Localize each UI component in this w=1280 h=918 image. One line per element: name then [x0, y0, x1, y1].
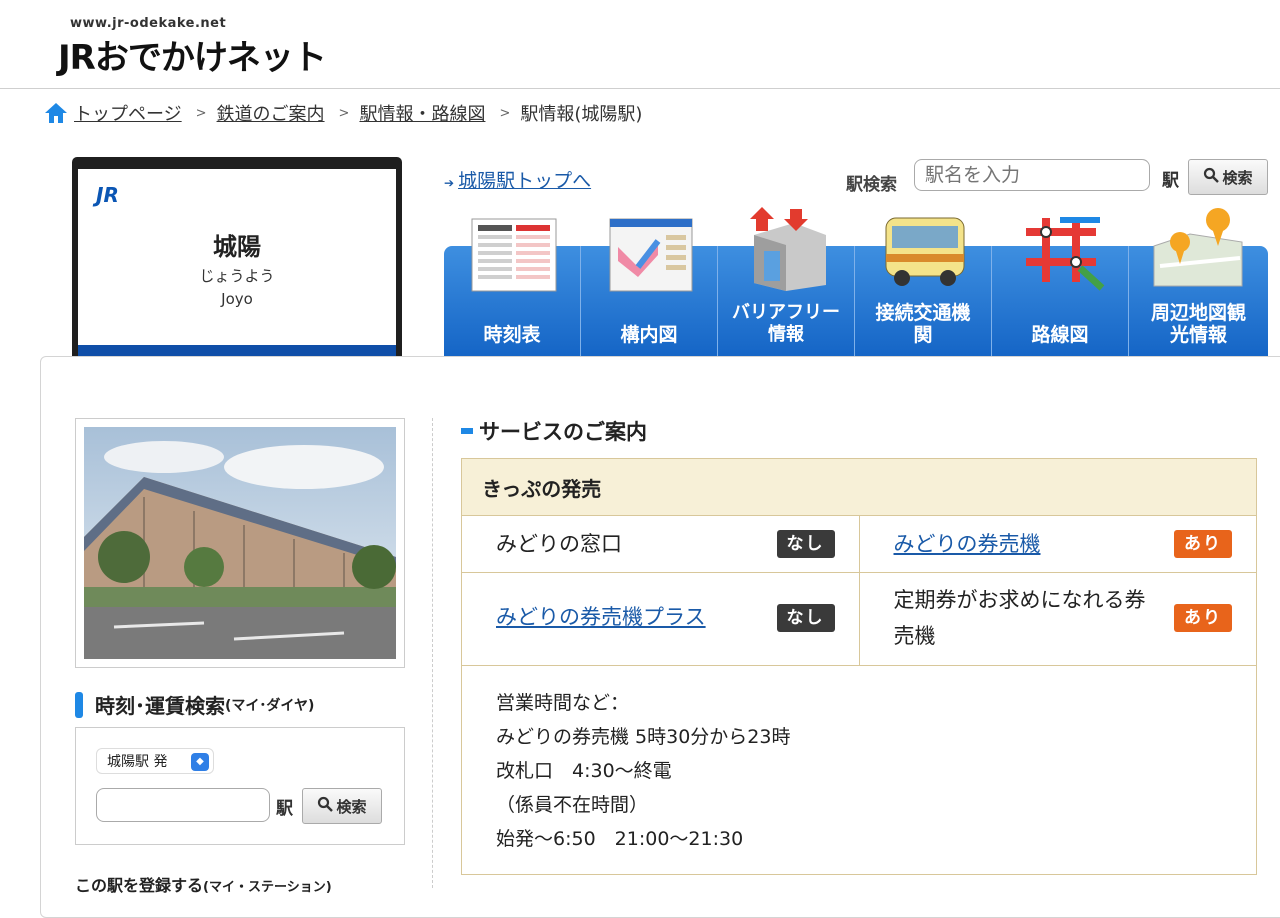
note-line: 営業時間など： [496, 692, 630, 714]
station-photo-frame [75, 418, 405, 668]
search-icon [317, 796, 334, 816]
tab-label: 路線図 [1031, 324, 1089, 346]
from-station-select[interactable]: 城陽駅 発 ◆ [96, 748, 214, 774]
service-cell: みどりの券売機プラス なし [462, 573, 860, 665]
station-search-button[interactable]: 検索 [1188, 159, 1268, 195]
barrier-free-icon [746, 205, 832, 295]
register-station-text: この駅を登録する [75, 876, 204, 895]
breadcrumb-current: 駅情報(城陽駅) [520, 104, 643, 125]
note-line: みどりの券売機 5時30分から23時 [496, 726, 791, 748]
station-map-icon [608, 217, 694, 297]
tab-label: 構内図 [620, 324, 678, 346]
search-icon [1203, 167, 1220, 187]
register-station-sub: (マイ・ステーション) [203, 880, 332, 895]
station-sign: JR 城陽 じょうよう Joyo [72, 157, 402, 383]
home-icon[interactable] [44, 102, 68, 124]
fare-search-title: 時刻･運賃検索 (マイ･ダイヤ) [75, 690, 314, 719]
station-roman: Joyo [221, 290, 253, 308]
title-marker [461, 428, 473, 434]
tab-label: 時刻表 [483, 324, 541, 346]
service-link[interactable]: みどりの券売機 [894, 526, 1041, 562]
register-station-link[interactable]: この駅を登録する(マイ・ステーション) [75, 872, 332, 896]
title-marker [75, 691, 83, 718]
station-name: 城陽 [213, 233, 261, 261]
breadcrumb-separator: > [195, 105, 207, 121]
breadcrumb-separator: > [338, 105, 350, 121]
breadcrumb: トップページ > 鉄道のご案内 > 駅情報・路線図 > 駅情報(城陽駅) [44, 100, 642, 126]
tab-label: 周辺地図観光情報 [1150, 302, 1246, 346]
jr-logo: JR [96, 183, 119, 207]
service-notes: 営業時間など： みどりの券売機 5時30分から23時 改札口 4:30〜終電 （… [462, 666, 1256, 874]
fare-search-box: 城陽駅 発 ◆ 駅 検索 [75, 727, 405, 845]
fare-search-button[interactable]: 検索 [302, 788, 382, 824]
area-map-icon [1150, 206, 1246, 296]
service-cell: 定期券がお求めになれる券売機 あり [860, 573, 1257, 665]
column-divider [432, 418, 433, 888]
chevron-updown-icon: ◆ [191, 753, 209, 771]
note-line: 始発〜6:50 21:00〜21:30 [496, 828, 744, 850]
table-row: みどりの窓口 なし みどりの券売機 あり [462, 516, 1256, 573]
service-label: みどりの窓口 [496, 532, 622, 556]
station-top-link[interactable]: ➔ 城陽駅トップへ [444, 166, 591, 193]
site-logo[interactable]: JRおでかけネット [58, 30, 327, 79]
search-button-label: 検索 [336, 797, 367, 816]
station-photo [84, 427, 396, 659]
tab-label: 接続交通機関 [875, 302, 971, 346]
station-search-label: 駅検索 [846, 175, 897, 195]
route-map-icon [1016, 212, 1106, 296]
to-station-input[interactable] [96, 788, 270, 822]
status-badge: なし [776, 604, 835, 632]
status-badge: なし [776, 530, 835, 558]
service-label: 定期券がお求めになれる券売機 [893, 588, 1146, 648]
status-badge: あり [1174, 530, 1232, 558]
fare-search-title-text: 時刻･運賃検索 [95, 694, 225, 718]
service-link[interactable]: みどりの券売機プラス [496, 599, 706, 635]
breadcrumb-station-info[interactable]: 駅情報・路線図 [359, 100, 485, 126]
from-station-value: 城陽駅 発 [107, 754, 168, 770]
site-header: www.jr-odekake.net JRおでかけネット [0, 0, 1280, 89]
station-search-input[interactable] [914, 159, 1150, 191]
tab-label: バリアフリー情報 [732, 302, 840, 345]
logo-url: www.jr-odekake.net [70, 16, 227, 31]
fare-search-subtitle: (マイ･ダイヤ) [225, 697, 315, 714]
bus-icon [880, 210, 970, 294]
services-title: サービスのご案内 [461, 416, 647, 446]
breadcrumb-railway[interactable]: 鉄道のご案内 [217, 100, 325, 126]
services-title-text: サービスのご案内 [479, 420, 647, 444]
station-kana: じょうよう [199, 267, 275, 285]
ticket-sales-header: きっぷの発売 [462, 459, 1256, 516]
status-badge: あり [1174, 604, 1232, 632]
timetable-icon [470, 217, 558, 297]
station-search-suffix: 駅 [1162, 171, 1179, 191]
ticket-sales-table: きっぷの発売 みどりの窓口 なし みどりの券売機 あり みどりの券売機プラス な… [461, 458, 1257, 875]
breadcrumb-top[interactable]: トップページ [74, 100, 182, 126]
arrow-icon: ➔ [444, 176, 455, 190]
service-cell: みどりの券売機 あり [860, 516, 1257, 572]
station-top-link-text[interactable]: 城陽駅トップへ [458, 170, 591, 192]
table-row: みどりの券売機プラス なし 定期券がお求めになれる券売機 あり [462, 573, 1256, 666]
service-cell: みどりの窓口 なし [462, 516, 860, 572]
to-station-suffix: 駅 [276, 799, 293, 819]
search-button-label: 検索 [1222, 168, 1253, 187]
breadcrumb-separator: > [499, 105, 511, 121]
note-line: 改札口 4:30〜終電 [496, 760, 672, 782]
note-line: （係員不在時間） [496, 794, 649, 816]
station-nav: 時刻表 構内図 バリアフリー情報 接続交通機関 路線図 周辺地図観光情報 [444, 246, 1268, 356]
